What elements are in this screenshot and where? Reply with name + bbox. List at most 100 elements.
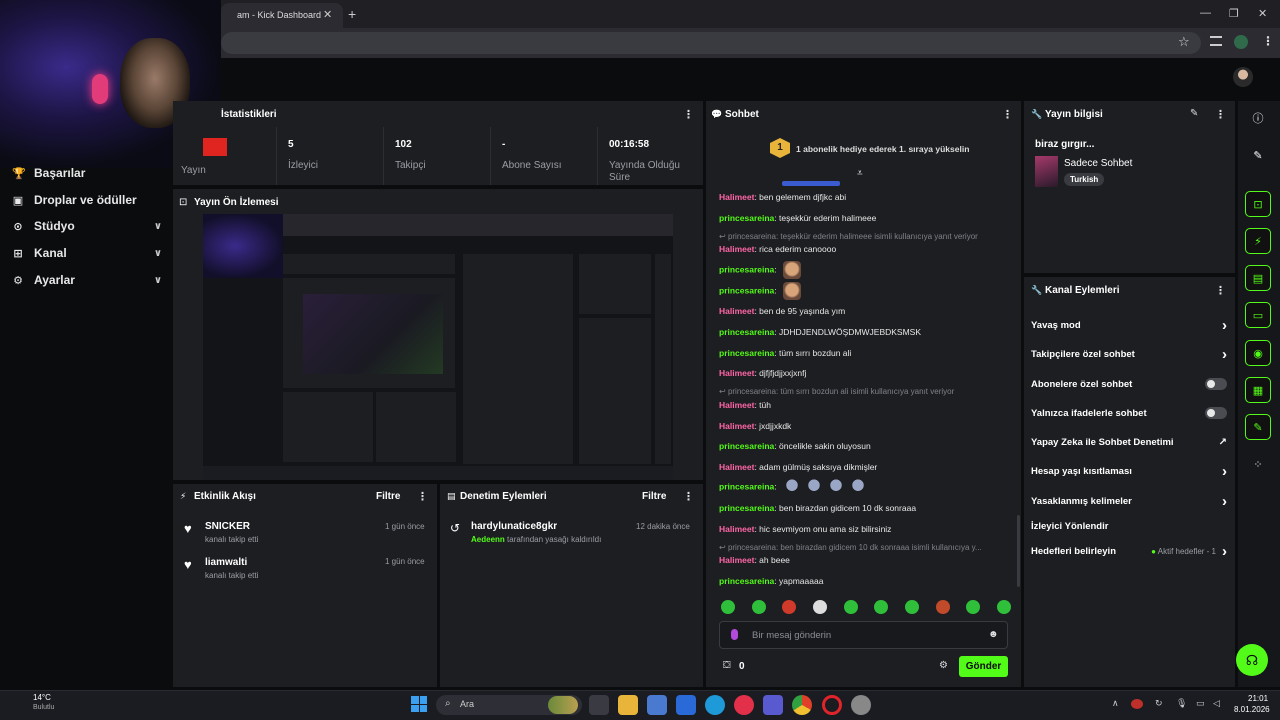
chat-menu-icon[interactable]: ⋮: [1002, 108, 1013, 121]
window-minimize-button[interactable]: —: [1200, 7, 1211, 19]
edge-icon[interactable]: [705, 695, 725, 715]
info-icon[interactable]: ⓘ: [1245, 105, 1271, 131]
teams-icon[interactable]: [763, 695, 783, 715]
bookmark-star-icon[interactable]: ☆: [1178, 34, 1190, 50]
volume-icon[interactable]: ◁: [1213, 698, 1220, 709]
sidebar-item-channel[interactable]: ⊞ Kanal ∨: [12, 244, 162, 262]
channel-action-row[interactable]: Abonelere özel sohbet: [1031, 376, 1227, 392]
activity-menu-icon[interactable]: ⋮: [417, 490, 428, 503]
steam-icon[interactable]: [851, 695, 871, 715]
toggle-switch[interactable]: [1205, 407, 1227, 419]
microphone-tray-icon[interactable]: 🎙: [1176, 698, 1187, 709]
tray-sync-icon[interactable]: ↻: [1155, 698, 1163, 709]
channel-action-row[interactable]: Yavaş mod ›: [1031, 317, 1227, 334]
stats-menu-icon[interactable]: ⋮: [683, 108, 694, 121]
emote-icon[interactable]: [874, 600, 889, 614]
chat-username[interactable]: princesareina: [719, 481, 774, 491]
channel-action-row[interactable]: Hesap yaşı kısıtlaması ›: [1031, 463, 1227, 480]
tray-app-icon[interactable]: [1131, 699, 1143, 709]
channel-action-row[interactable]: Takipçilere özel sohbet ›: [1031, 346, 1227, 363]
gift-leaderboard-banner[interactable]: 1 abonelik hediye ederek 1. sıraya yükse…: [796, 144, 969, 154]
task-view-icon[interactable]: [589, 695, 609, 715]
emote-icon[interactable]: [812, 600, 827, 614]
emote-icon[interactable]: [751, 600, 766, 614]
chat-username[interactable]: princesareina: [719, 285, 774, 295]
network-icon[interactable]: ▭: [1196, 698, 1205, 709]
emote-icon[interactable]: [721, 600, 735, 614]
microphone-icon[interactable]: [731, 629, 738, 640]
emote-icon[interactable]: [782, 600, 797, 614]
chat-username[interactable]: princesareina: [719, 327, 774, 337]
emote-icon[interactable]: [935, 600, 950, 614]
taskbar-date[interactable]: 8.01.2026: [1234, 705, 1270, 714]
emote-icon[interactable]: [904, 600, 919, 614]
mail-icon[interactable]: [676, 695, 696, 715]
chrome-icon[interactable]: [792, 695, 812, 715]
quick-emote-bar[interactable]: [721, 600, 1011, 616]
chat-username[interactable]: Halimeet: [719, 555, 754, 565]
store-icon[interactable]: [647, 695, 667, 715]
reading-list-icon[interactable]: [1210, 36, 1222, 46]
file-explorer-icon[interactable]: [618, 695, 638, 715]
sidebar-item-drops[interactable]: ▣ Droplar ve ödüller: [12, 191, 162, 209]
sidebar-item-achievements[interactable]: 🏆 Başarılar: [12, 164, 162, 182]
emote-icon[interactable]: [966, 600, 981, 614]
moderation-filter-button[interactable]: Filtre: [642, 491, 666, 502]
add-widget-icon[interactable]: ⁘: [1245, 451, 1271, 477]
toggle-switch[interactable]: [1205, 378, 1227, 390]
channel-action-row[interactable]: Hedefleri belirleyin ● Aktif hedefler - 1…: [1031, 543, 1227, 560]
tray-chevron-icon[interactable]: ∧: [1112, 698, 1119, 709]
new-tab-button[interactable]: +: [348, 6, 356, 22]
stream-info-menu-icon[interactable]: ⋮: [1215, 108, 1226, 121]
chat-username[interactable]: Halimeet: [719, 306, 754, 316]
taskbar-time[interactable]: 21:01: [1248, 694, 1268, 703]
weather-temp[interactable]: 14°C: [33, 693, 51, 702]
chat-username[interactable]: Halimeet: [719, 524, 754, 534]
chat-username[interactable]: princesareina: [719, 503, 774, 513]
chat-username[interactable]: Halimeet: [719, 462, 754, 472]
chat-scrollbar[interactable]: [1017, 515, 1020, 587]
opera-icon[interactable]: [822, 695, 842, 715]
channel-action-row[interactable]: Yapay Zeka ile Sohbet Denetimi ↗: [1031, 434, 1227, 450]
chat-username[interactable]: princesareina: [719, 213, 774, 223]
scroll-down-icon[interactable]: ⩡: [857, 168, 863, 179]
channel-action-row[interactable]: İzleyici Yönlendir: [1031, 518, 1227, 534]
channel-actions-menu-icon[interactable]: ⋮: [1215, 284, 1226, 297]
sidebar-item-studio[interactable]: ⊙ Stüdyo ∨: [12, 217, 162, 235]
chat-username[interactable]: princesareina: [719, 264, 774, 274]
broadcast-icon[interactable]: ◉: [1245, 340, 1271, 366]
profile-icon[interactable]: [1234, 35, 1248, 49]
help-headset-button[interactable]: ☊: [1236, 644, 1268, 676]
address-bar[interactable]: [221, 32, 1201, 54]
document-icon[interactable]: ▤: [1245, 265, 1271, 291]
chat-username[interactable]: princesareina: [719, 441, 774, 451]
window-maximize-button[interactable]: ❐: [1229, 7, 1239, 20]
emote-icon[interactable]: [996, 600, 1011, 614]
chat-username[interactable]: Halimeet: [719, 400, 754, 410]
channel-action-row[interactable]: Yalnızca ifadelerle sohbet: [1031, 405, 1227, 421]
emote-icon[interactable]: [843, 600, 858, 614]
channel-action-row[interactable]: Yasaklanmış kelimeler ›: [1031, 493, 1227, 510]
chat-username[interactable]: princesareina: [719, 576, 774, 586]
moderation-menu-icon[interactable]: ⋮: [683, 490, 694, 503]
preview-icon[interactable]: ⊡: [1245, 191, 1271, 217]
wrench-icon[interactable]: ✎: [1245, 414, 1271, 440]
tab-close-icon[interactable]: ✕: [323, 8, 332, 21]
chat-username[interactable]: princesareina: [719, 348, 774, 358]
chat-username[interactable]: Halimeet: [719, 421, 754, 431]
media-player-icon[interactable]: [734, 695, 754, 715]
chat-username[interactable]: Halimeet: [719, 244, 754, 254]
bolt-icon[interactable]: ⚡: [1245, 228, 1271, 254]
browser-menu-icon[interactable]: ⋮: [1262, 34, 1274, 48]
category-name[interactable]: Sadece Sohbet: [1064, 158, 1132, 169]
send-button[interactable]: Gönder: [959, 656, 1008, 677]
sidebar-item-settings[interactable]: ⚙ Ayarlar ∨: [12, 271, 162, 289]
emoji-picker-icon[interactable]: ☻: [988, 629, 999, 640]
chat-settings-icon[interactable]: ⚙: [939, 660, 948, 671]
edit-icon[interactable]: ✎: [1245, 142, 1271, 168]
chat-username[interactable]: Halimeet: [719, 368, 754, 378]
activity-filter-button[interactable]: Filtre: [376, 491, 400, 502]
chat-icon[interactable]: ▭: [1245, 302, 1271, 328]
window-close-button[interactable]: ✕: [1258, 7, 1267, 20]
info-panel-icon[interactable]: ▦: [1245, 377, 1271, 403]
